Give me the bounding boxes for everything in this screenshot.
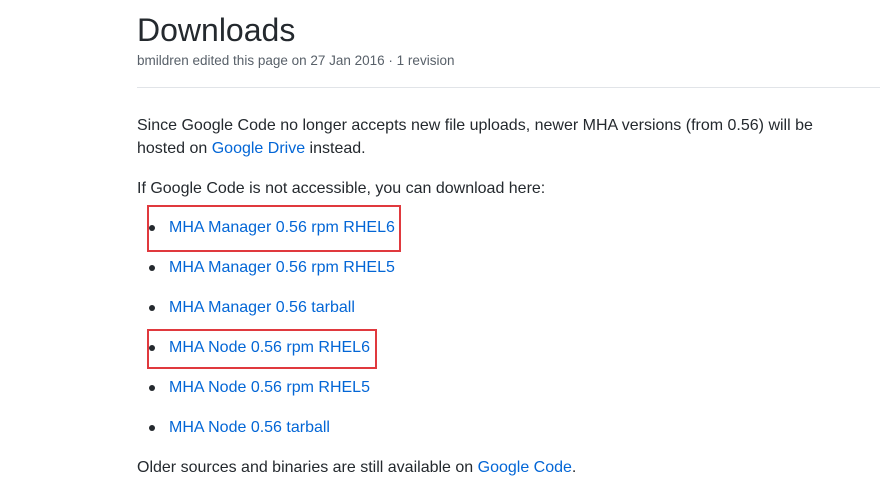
wiki-page: Downloads bmildren edited this page on 2…	[0, 0, 880, 499]
download-link-manager-rhel6[interactable]: MHA Manager 0.56 rpm RHEL6	[169, 217, 395, 239]
page-revision-meta: bmildren edited this page on 27 Jan 2016…	[137, 53, 455, 68]
footer-paragraph: Older sources and binaries are still ava…	[137, 456, 576, 479]
download-link-node-rhel6[interactable]: MHA Node 0.56 rpm RHEL6	[169, 337, 370, 359]
download-link-manager-rhel5[interactable]: MHA Manager 0.56 rpm RHEL5	[169, 257, 395, 279]
intro-paragraph: Since Google Code no longer accepts new …	[137, 114, 837, 160]
fallback-paragraph: If Google Code is not accessible, you ca…	[137, 180, 546, 197]
bullet-icon	[149, 305, 155, 311]
download-link-node-rhel5[interactable]: MHA Node 0.56 rpm RHEL5	[169, 377, 370, 399]
google-code-link[interactable]: Google Code	[478, 459, 572, 476]
footer-text-before: Older sources and binaries are still ava…	[137, 459, 478, 476]
bullet-icon	[149, 345, 155, 351]
download-link-node-tarball[interactable]: MHA Node 0.56 tarball	[169, 417, 330, 439]
bullet-icon	[149, 425, 155, 431]
page-title: Downloads	[137, 12, 296, 48]
google-drive-link[interactable]: Google Drive	[212, 140, 305, 157]
header-divider	[137, 87, 880, 88]
intro-text-after: instead.	[305, 140, 366, 157]
download-link-manager-tarball[interactable]: MHA Manager 0.56 tarball	[169, 297, 355, 319]
bullet-icon	[149, 385, 155, 391]
footer-text-after: .	[571, 459, 577, 476]
bullet-icon	[149, 225, 155, 231]
bullet-icon	[149, 265, 155, 271]
